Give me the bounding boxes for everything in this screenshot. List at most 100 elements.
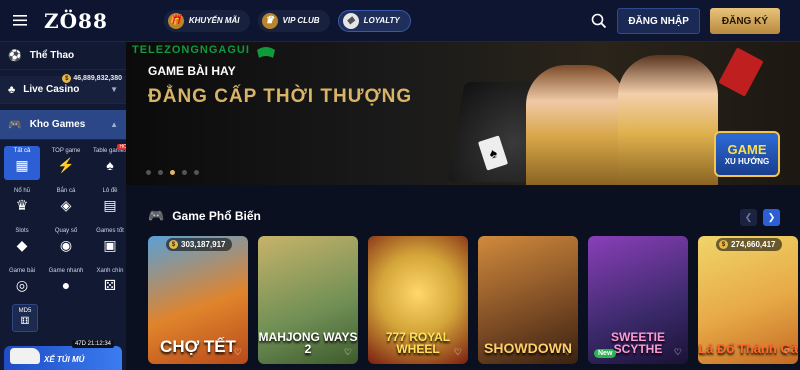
game-card-sweetie-scythe[interactable]: SWEETIE SCYTHE New ♡ [588,236,688,364]
lottery-ball-icon: ◉ [59,237,73,253]
car-promo-banner[interactable]: 47D 21:12:34 XẾ TÚI MÚ [4,340,122,370]
model-artwork-right [618,55,718,185]
carousel-dot-active[interactable] [170,170,175,175]
sidebar-item-label: Thể Thao [29,50,75,61]
jackpot-balance: $ 46,889,832,380 [62,74,122,83]
category-label: TOP game [51,148,81,154]
promo-label: VIP CLUB [282,16,320,25]
sidebar-item-kho-games[interactable]: 🎮 Kho Games ▲ [0,110,126,140]
balance-value: 46,889,832,380 [73,75,122,82]
fish-icon: ◈ [60,197,72,213]
register-button[interactable]: ĐĂNG KÝ [709,8,780,34]
category-label: Game nhanh [48,268,84,274]
coin-icon: $ [719,240,728,249]
chevron-down-icon: ▼ [110,85,118,94]
category-label: Game bài [8,268,35,274]
heart-icon[interactable]: ♡ [674,347,682,358]
banner-title: ĐẲNG CẤP THỜI THƯỢNG [148,86,413,107]
promo-link-loyalty[interactable]: ◆ LOYALTY [337,9,411,32]
top-navigation-bar: ZÖ88 🎁 KHUYẾN MÃI ♛ VIP CLUB ◆ LOYALTY Đ… [0,0,800,42]
category-no-hu[interactable]: Nổ hũ ♛ [4,186,40,220]
category-label: Bắn cá [56,188,76,194]
playing-card-icon [718,47,764,97]
account-actions: ĐĂNG NHẬP ĐĂNG KÝ [591,8,780,34]
category-game-bai[interactable]: Game bài ◎ [4,266,40,300]
poker-chip-icon: ◎ [15,277,29,293]
search-icon[interactable] [591,13,607,29]
category-xanh-chin[interactable]: Xanh chín ⚄ [92,266,128,300]
table-cards-icon: ♠ [106,157,114,173]
game-card-royal-wheel[interactable]: 777 ROYAL WHEEL ♡ [368,236,468,364]
carousel-indicators [146,170,199,175]
category-ban-ca[interactable]: Bắn cá ◈ [48,186,84,220]
category-games-tot[interactable]: Games tốt ▣ [92,226,128,260]
jackpot-amount: 303,187,917 [181,240,226,249]
chevron-up-icon: ▲ [110,120,118,129]
site-logo[interactable]: ZÖ88 [44,9,108,33]
game-card-la-do-thanh-ga[interactable]: $ 274,660,417 Lá Đổ Thành Gà ♡ [698,236,798,364]
promo-links: 🎁 KHUYẾN MÃI ♛ VIP CLUB ◆ LOYALTY [163,9,411,32]
category-label: Lô đề [102,188,118,194]
category-top-game[interactable]: TOP game ⚡ [48,146,84,180]
game-card-cho-tet[interactable]: $ 303,187,917 CHỢ TẾT ♡ [148,236,248,364]
gift-icon: 🎁 [167,12,184,29]
carousel-dot[interactable] [194,170,199,175]
sidebar-item-label: Live Casino [23,84,80,95]
category-label: Quay số [54,228,78,234]
promo-link-khuyen-mai[interactable]: 🎁 KHUYẾN MÃI [163,9,250,32]
carousel-dot[interactable] [146,170,151,175]
category-label: Tất cả [13,148,31,154]
heart-icon[interactable]: ♡ [344,347,352,358]
lightning-icon: ⚡ [57,157,75,173]
category-label: Games tốt [96,228,124,234]
category-table-games[interactable]: HOT Table games ♠ [92,144,132,180]
gamepad-icon: 🎮 [148,208,165,223]
chevron-left-icon: ❮ [744,212,753,222]
lottery-icon: ▤ [103,197,117,213]
md5-label: MD5 [18,308,32,314]
category-label: Slots [15,228,29,234]
heart-icon[interactable]: ♡ [234,347,242,358]
jackpot-badge: $ 303,187,917 [166,238,232,251]
cards-icon: ♣ [8,83,16,96]
gamepad-icon [257,47,275,58]
hamburger-menu-button[interactable] [0,0,40,42]
carousel-dot[interactable] [182,170,187,175]
category-game-nhanh[interactable]: Game nhanh ● [48,266,84,300]
trending-game-badge[interactable]: GAME XU HƯỚNG [714,131,780,177]
carousel-dot[interactable] [158,170,163,175]
car-icon [10,348,40,364]
countdown-timer: 47D 21:12:34 [71,340,114,348]
md5-game-button[interactable]: MD5 ⚅ [12,304,38,332]
previous-button[interactable]: ❮ [740,209,757,226]
heart-icon[interactable]: ♡ [454,347,462,358]
category-lo-de[interactable]: Lô đề ▤ [92,186,128,220]
chevron-right-icon: ❯ [767,212,776,222]
hero-banner[interactable]: TELEZONGNGAGUI GAME BÀI HAY ĐẲNG CẤP THỜ… [126,42,800,185]
heart-icon[interactable]: ♡ [784,347,792,358]
heart-icon[interactable]: ♡ [564,347,572,358]
category-slots[interactable]: Slots ◆ [4,226,40,260]
category-tat-ca[interactable]: Tất cả ▦ [4,146,40,180]
game-card-showdown[interactable]: SHOWDOWN ♡ [478,236,578,364]
promo-label: LOYALTY [363,16,400,25]
category-quay-so[interactable]: Quay số ◉ [48,226,84,260]
category-label: Xanh chín [96,268,124,274]
slot-pot-icon: ♛ [15,197,29,213]
game-card-mahjong-ways-2[interactable]: MAHJONG WAYS 2 ♡ [258,236,358,364]
coin-icon: $ [62,74,72,83]
next-button[interactable]: ❯ [763,209,780,226]
sidebar-item-the-thao[interactable]: ⚽ Thể Thao [0,42,126,70]
soccer-ball-icon: ⚽ [8,50,22,62]
sidebar-item-live-casino[interactable]: $ 46,889,832,380 ♣ Live Casino ▼ [0,74,126,104]
grid-icon: ▦ [15,157,29,173]
sidebar: ⚽ Thể Thao $ 46,889,832,380 ♣ Live Casin… [0,42,132,370]
badge-title: GAME [727,142,767,157]
crown-icon: ♛ [261,12,278,29]
diamond-icon: ◆ [342,12,359,29]
sidebar-item-label: Kho Games [29,119,86,130]
promo-link-vip-club[interactable]: ♛ VIP CLUB [257,9,330,32]
dice-icon: ⚄ [103,277,117,293]
carousel-nav: ❮ ❯ [740,209,780,226]
login-button[interactable]: ĐĂNG NHẬP [617,8,700,34]
